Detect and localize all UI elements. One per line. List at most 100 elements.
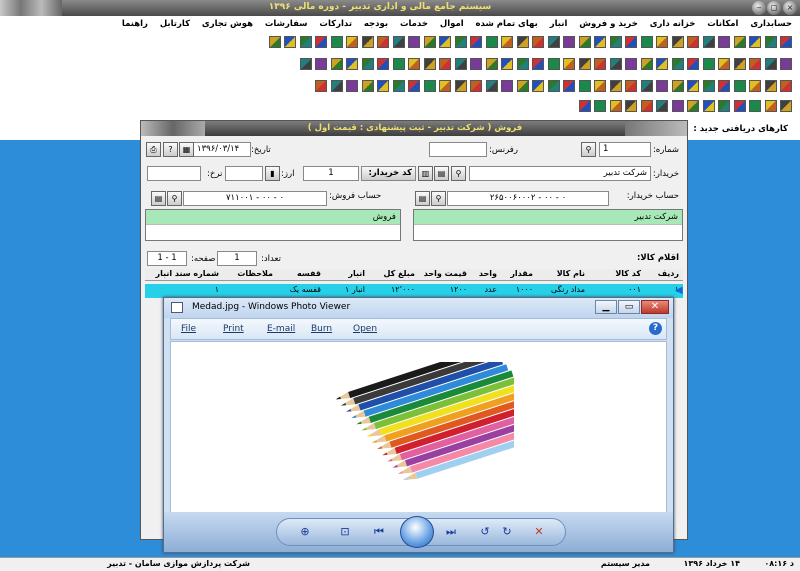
toolbar-tool-icon[interactable] xyxy=(423,80,436,92)
form-icon[interactable]: ▤ xyxy=(151,191,166,206)
toolbar-tool-icon[interactable] xyxy=(284,36,296,48)
toolbar-tool-icon[interactable] xyxy=(671,36,684,48)
print-icon[interactable]: ⎙ xyxy=(146,142,161,157)
toolbar-tool-icon[interactable] xyxy=(718,58,730,70)
toolbar-tool-icon[interactable] xyxy=(578,58,591,70)
toolbar-tool-icon[interactable] xyxy=(532,80,544,92)
toolbar-tool-icon[interactable] xyxy=(578,36,591,48)
toolbar-tool-icon[interactable] xyxy=(640,100,653,112)
toolbar-tool-icon[interactable] xyxy=(346,36,358,48)
menu-services[interactable]: خدمات xyxy=(400,16,428,32)
menu-orders[interactable]: سفارشات xyxy=(265,16,308,32)
toolbar-tool-icon[interactable] xyxy=(377,58,389,70)
menu-email[interactable]: E-mail xyxy=(267,324,295,334)
toolbar-tool-icon[interactable] xyxy=(315,80,327,92)
toolbar-tool-icon[interactable] xyxy=(501,58,513,70)
menu-help[interactable]: راهنما xyxy=(122,16,148,32)
rotate-cw-icon[interactable]: ↻ xyxy=(498,524,516,540)
toolbar-tool-icon[interactable] xyxy=(423,58,436,70)
toolbar-tool-icon[interactable] xyxy=(516,58,529,70)
toolbar-tool-icon[interactable] xyxy=(594,58,606,70)
form-icon[interactable]: ▤ xyxy=(415,191,430,206)
reference-field[interactable] xyxy=(429,142,487,157)
toolbar-tool-icon[interactable] xyxy=(687,80,699,92)
toolbar-tool-icon[interactable] xyxy=(594,36,606,48)
menu-cost[interactable]: بهای تمام شده xyxy=(476,16,538,32)
calendar-icon[interactable]: ▦ xyxy=(179,142,194,157)
menu-treasury[interactable]: خزانه داری xyxy=(650,16,696,32)
binoculars-icon[interactable]: ⚲ xyxy=(431,191,446,206)
toolbar-tool-icon[interactable] xyxy=(315,58,327,70)
menu-warehouse[interactable]: انبار xyxy=(550,16,568,32)
toolbar-tool-icon[interactable] xyxy=(501,36,513,48)
restore-icon[interactable]: ◻ xyxy=(767,1,781,15)
toolbar-tool-icon[interactable] xyxy=(609,58,622,70)
toolbar-tool-icon[interactable] xyxy=(330,58,343,70)
toolbar-tool-icon[interactable] xyxy=(361,36,374,48)
toolbar-tool-icon[interactable] xyxy=(578,80,591,92)
toolbar-tool-icon[interactable] xyxy=(625,58,637,70)
toolbar-tool-icon[interactable] xyxy=(268,36,281,48)
toolbar-tool-icon[interactable] xyxy=(625,80,637,92)
menu-facilities[interactable]: امکانات xyxy=(707,16,738,32)
menu-burn[interactable]: Burn xyxy=(311,324,332,334)
toolbar-tool-icon[interactable] xyxy=(485,58,498,70)
toolbar-tool-icon[interactable] xyxy=(454,80,467,92)
toolbar-tool-icon[interactable] xyxy=(563,80,575,92)
toolbar-tool-icon[interactable] xyxy=(392,36,405,48)
close-icon[interactable]: ✕ xyxy=(641,300,669,314)
toolbar-tool-icon[interactable] xyxy=(361,80,374,92)
table-row[interactable]: ۱ ۰۰۱ مداد رنگی ۱۰۰۰ عدد ۱۲۰۰ ۱۲٬۰۰۰ انب… xyxy=(145,284,683,298)
currency-field[interactable]: 1 xyxy=(303,166,359,181)
toolbar-tool-icon[interactable] xyxy=(315,36,327,48)
count-field[interactable]: 1 xyxy=(217,251,257,266)
toolbar-tool-icon[interactable] xyxy=(625,36,637,48)
toolbar-tool-icon[interactable] xyxy=(330,80,343,92)
menu-budget[interactable]: بودجه xyxy=(364,16,388,32)
toolbar-tool-icon[interactable] xyxy=(563,36,575,48)
toolbar-tool-icon[interactable] xyxy=(377,36,389,48)
menu-buy-sell[interactable]: خرید و فروش xyxy=(579,16,638,32)
toolbar-tool-icon[interactable] xyxy=(749,80,761,92)
toolbar-tool-icon[interactable] xyxy=(780,58,792,70)
currency-list-icon[interactable]: ▮ xyxy=(265,166,280,181)
menu-accounting[interactable]: حسابداری xyxy=(750,16,792,32)
toolbar-tool-icon[interactable] xyxy=(733,100,746,112)
toolbar-tool-icon[interactable] xyxy=(532,58,544,70)
toolbar-tool-icon[interactable] xyxy=(702,36,715,48)
menu-cartable[interactable]: کارتابل xyxy=(160,16,190,32)
toolbar-tool-icon[interactable] xyxy=(764,80,777,92)
delete-icon[interactable]: ✕ xyxy=(530,524,548,540)
toolbar-tool-icon[interactable] xyxy=(640,58,653,70)
date-field[interactable]: ۱۳۹۶/۰۳/۱۴ xyxy=(193,142,251,157)
menu-assets[interactable]: اموال xyxy=(440,16,464,32)
toolbar-tool-icon[interactable] xyxy=(625,100,637,112)
toolbar-tool-icon[interactable] xyxy=(454,58,467,70)
document-icon[interactable]: ▥ xyxy=(418,166,433,181)
number-field[interactable]: 1 xyxy=(599,142,651,157)
toolbar-tool-icon[interactable] xyxy=(733,80,746,92)
toolbar-tool-icon[interactable] xyxy=(408,36,420,48)
toolbar-tool-icon[interactable] xyxy=(702,100,715,112)
toolbar-tool-icon[interactable] xyxy=(749,58,761,70)
toolbar-tool-icon[interactable] xyxy=(563,58,575,70)
menu-bi[interactable]: هوش تجاری xyxy=(202,16,253,32)
toolbar-tool-icon[interactable] xyxy=(361,58,374,70)
toolbar-tool-icon[interactable] xyxy=(718,80,730,92)
toolbar-tool-icon[interactable] xyxy=(764,100,777,112)
toolbar-tool-icon[interactable] xyxy=(392,80,405,92)
toolbar-tool-icon[interactable] xyxy=(547,80,560,92)
toolbar-tool-icon[interactable] xyxy=(702,58,715,70)
toolbar-tool-icon[interactable] xyxy=(439,58,451,70)
binoculars-icon[interactable]: ⚲ xyxy=(451,166,466,181)
binoculars-icon[interactable]: ⚲ xyxy=(167,191,182,206)
toolbar-tool-icon[interactable] xyxy=(485,36,498,48)
toolbar-tool-icon[interactable] xyxy=(330,36,343,48)
toolbar-tool-icon[interactable] xyxy=(780,100,792,112)
minimize-icon[interactable]: ▁ xyxy=(595,300,617,314)
toolbar-tool-icon[interactable] xyxy=(377,80,389,92)
toolbar-tool-icon[interactable] xyxy=(656,100,668,112)
rotate-ccw-icon[interactable]: ↺ xyxy=(476,524,494,540)
minimize-icon[interactable]: ‒ xyxy=(752,1,766,15)
toolbar-tool-icon[interactable] xyxy=(749,100,761,112)
